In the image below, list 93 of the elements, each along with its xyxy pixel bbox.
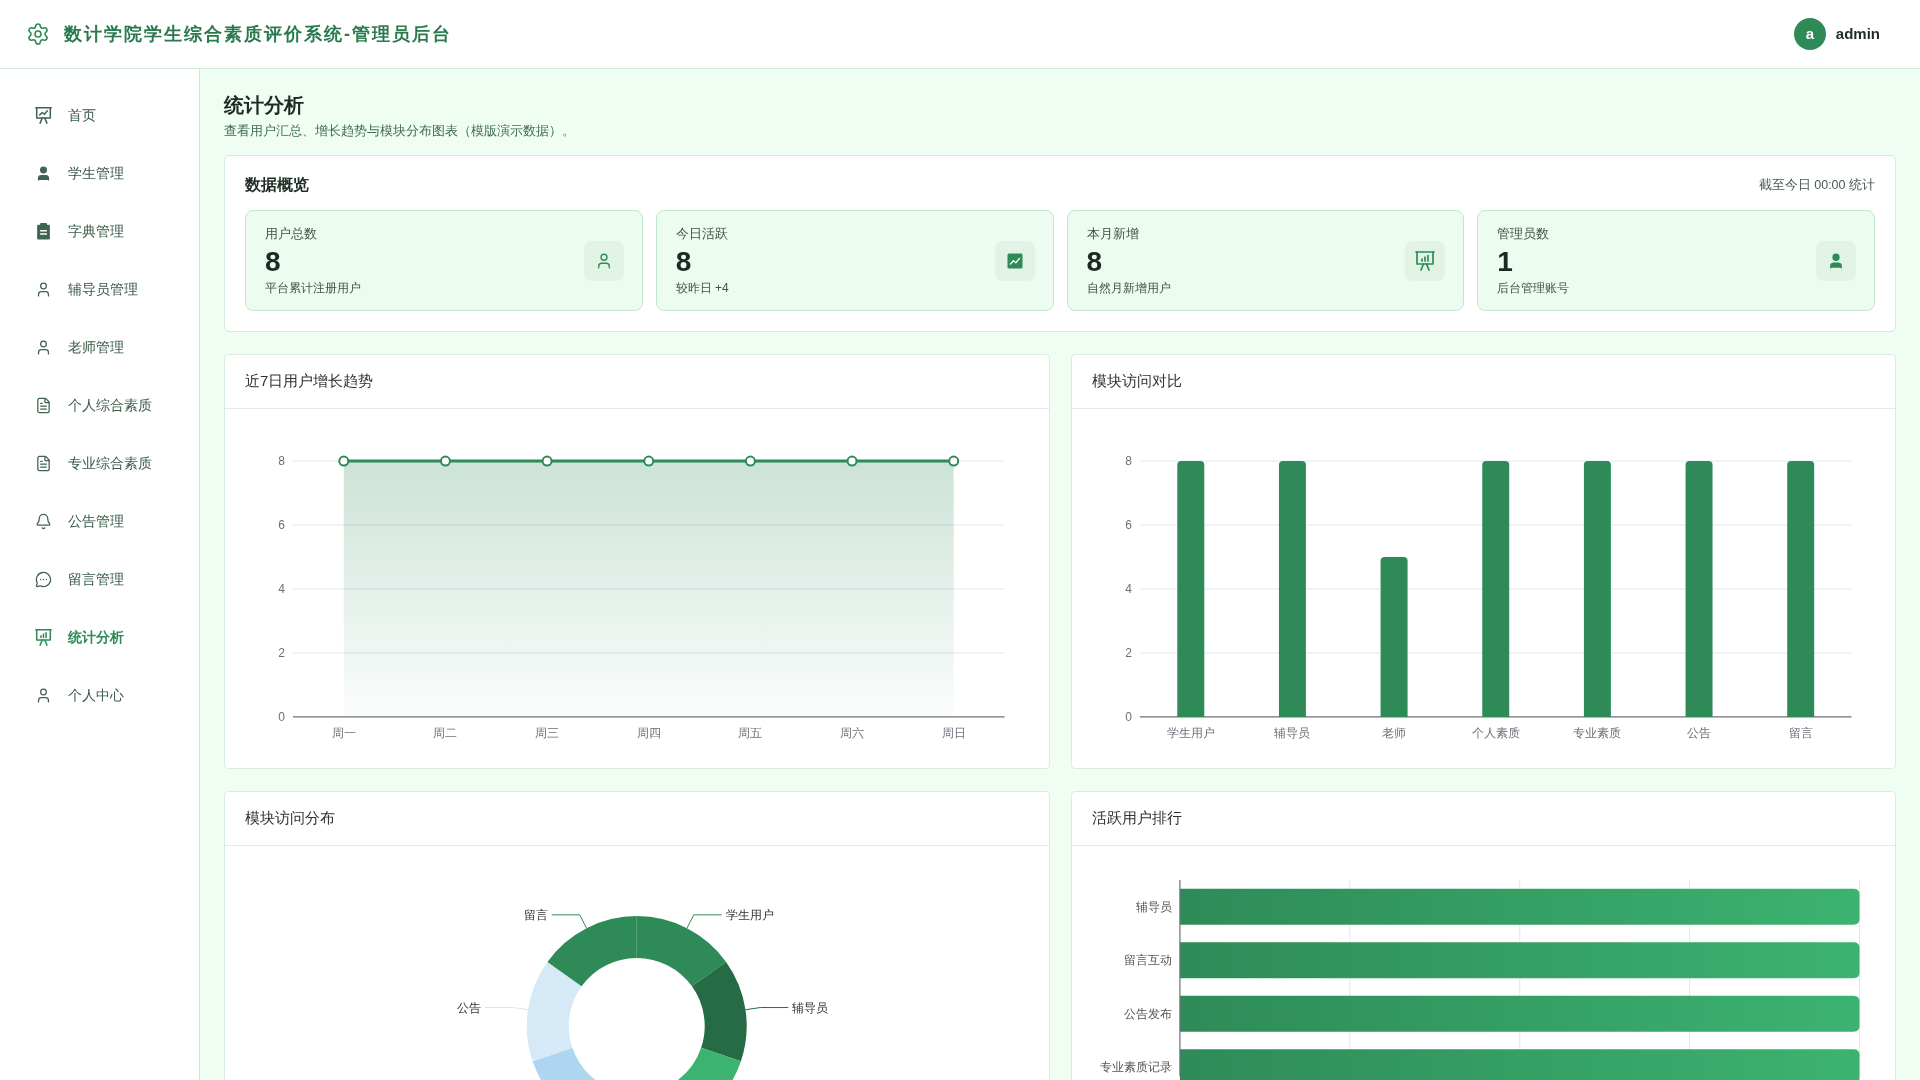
stat-caption: 后台管理账号 xyxy=(1497,280,1570,296)
clipboard-icon xyxy=(35,222,52,240)
leader-line xyxy=(551,914,588,929)
axis-label: 周六 xyxy=(840,725,865,740)
data-point xyxy=(643,455,655,467)
sidebar-item[interactable]: 老师管理 xyxy=(0,318,199,376)
axis-label: 辅导员 xyxy=(1273,725,1310,740)
axis-label: 学生用户 xyxy=(1166,725,1215,740)
data-point xyxy=(338,455,350,467)
chart-title: 活跃用户排行 xyxy=(1091,808,1182,829)
bell-icon xyxy=(35,512,52,530)
axis-label: 周四 xyxy=(636,725,661,740)
chart-title: 模块访问分布 xyxy=(245,808,335,829)
stat-value: 8 xyxy=(1086,246,1104,278)
line-chart-icon xyxy=(994,240,1035,281)
sidebar-item[interactable]: 留言管理 xyxy=(0,550,199,608)
stat-caption: 自然月新增用户 xyxy=(1086,280,1171,296)
data-point xyxy=(744,455,756,467)
stat-label: 用户总数 xyxy=(265,225,318,243)
chart-title: 模块访问对比 xyxy=(1091,371,1182,392)
sidebar-item[interactable]: 学生管理 xyxy=(0,144,199,202)
sidebar-item[interactable]: 字典管理 xyxy=(0,202,199,260)
tick-label: 0 xyxy=(1124,709,1132,724)
presentation-board-icon xyxy=(1405,240,1446,281)
axis-label: 公告发布 xyxy=(1123,1006,1172,1021)
stat-value: 8 xyxy=(265,246,282,278)
axis-label: 专业素质记录 xyxy=(1099,1060,1172,1075)
axis-label: 公告 xyxy=(1686,725,1711,740)
axis-label: 辅导员 xyxy=(1135,899,1172,914)
stat-caption: 平台累计注册用户 xyxy=(265,280,361,296)
user-icon xyxy=(35,164,52,182)
axis-label: 周二 xyxy=(433,725,458,740)
tick-label: 2 xyxy=(1124,645,1132,660)
tick-label: 6 xyxy=(278,518,285,533)
sidebar-item[interactable]: 统计分析 xyxy=(0,608,199,666)
user-icon xyxy=(35,338,52,356)
axis-label: 留言互动 xyxy=(1123,953,1172,968)
leader-line xyxy=(745,1007,789,1011)
slice-label: 辅导员 xyxy=(792,1000,829,1015)
document-icon xyxy=(35,454,52,472)
data-point xyxy=(439,455,451,467)
tick-label: 2 xyxy=(278,645,285,660)
tick-label: 4 xyxy=(1124,582,1132,596)
stat-label: 今日活跃 xyxy=(675,225,729,243)
user-avatar[interactable]: a xyxy=(1793,18,1826,50)
user-icon xyxy=(1816,240,1856,281)
sidebar-item[interactable]: 辅导员管理 xyxy=(0,260,199,318)
axis-label: 周日 xyxy=(941,725,966,740)
sidebar-item[interactable]: 个人综合素质 xyxy=(0,376,199,434)
tick-label: 0 xyxy=(278,709,285,724)
axis-label: 专业素质 xyxy=(1572,725,1621,740)
stat-label: 管理员数 xyxy=(1497,225,1551,243)
user-icon xyxy=(583,240,624,281)
data-point xyxy=(948,455,960,467)
axis-label: 老师 xyxy=(1381,725,1406,740)
document-icon xyxy=(35,396,52,414)
app-title: 数计学院学生综合素质评价系统-管理员后台 xyxy=(64,22,452,46)
axis-label: 个人素质 xyxy=(1471,725,1520,740)
presentation-board-icon xyxy=(35,106,52,124)
user-name[interactable]: admin xyxy=(1835,22,1880,46)
axis-label: 周三 xyxy=(535,725,560,740)
section-title: 数据概览 xyxy=(245,175,309,195)
slice-label: 学生用户 xyxy=(725,907,774,922)
tick-label: 8 xyxy=(278,454,285,469)
presentation-board-icon xyxy=(35,628,52,646)
sidebar-item[interactable]: 专业综合素质 xyxy=(0,434,199,492)
stat-value: 1 xyxy=(1497,246,1514,278)
page-subtitle: 查看用户汇总、增长趋势与模块分布图表（模版演示数据）。 xyxy=(224,123,576,139)
sidebar-item[interactable]: 首页 xyxy=(0,86,199,144)
stat-label: 本月新增 xyxy=(1086,225,1140,243)
slice-label: 公告 xyxy=(457,1000,482,1015)
tick-label: 4 xyxy=(278,582,285,596)
settings-icon xyxy=(26,22,50,46)
chat-bubble-icon xyxy=(35,570,52,588)
leader-line xyxy=(484,1007,529,1011)
sidebar-item[interactable]: 个人中心 xyxy=(0,666,199,724)
axis-label: 周五 xyxy=(738,725,763,740)
axis-label: 周一 xyxy=(331,725,356,740)
stats-note: 截至今日 00:00 统计 xyxy=(1758,176,1875,194)
page-title: 统计分析 xyxy=(224,93,305,118)
sidebar-item[interactable]: 公告管理 xyxy=(0,492,199,550)
chart-title: 近7日用户增长趋势 xyxy=(245,371,374,392)
stat-value: 8 xyxy=(675,246,693,278)
user-icon xyxy=(35,280,52,298)
leader-line xyxy=(686,914,723,929)
tick-label: 8 xyxy=(1124,454,1132,469)
user-icon xyxy=(35,686,52,704)
tick-label: 6 xyxy=(1124,518,1132,533)
data-point xyxy=(846,455,858,467)
stat-caption: 较昨日 +4 xyxy=(675,280,729,296)
data-point xyxy=(541,455,553,467)
slice-label: 留言 xyxy=(523,907,548,922)
axis-label: 留言 xyxy=(1788,725,1813,740)
